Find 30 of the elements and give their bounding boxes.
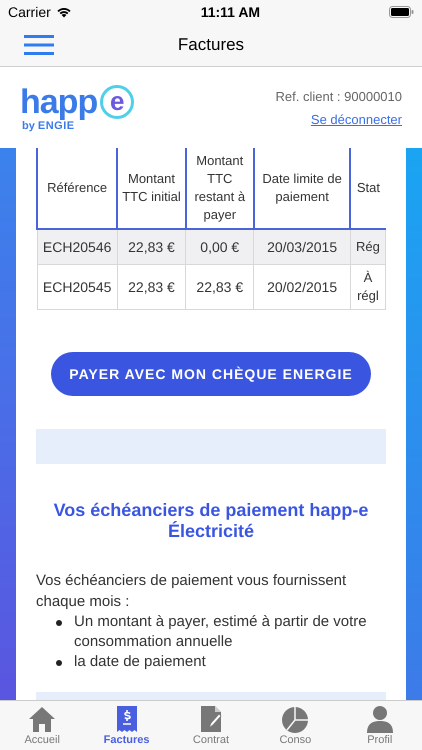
- happ-e-logo: happ e by ENGIE: [20, 84, 134, 132]
- table-cell: 0,00 €: [186, 229, 254, 264]
- page-title: Factures: [176, 35, 246, 55]
- pay-cheque-energie-button[interactable]: PAYER AVEC MON CHÈQUE ENERGIE: [51, 352, 371, 396]
- table-cell: 22,83 €: [117, 229, 186, 264]
- tab-item[interactable]: Factures: [92, 701, 162, 750]
- table-cell: 20/02/2015: [254, 264, 350, 310]
- menu-icon[interactable]: [23, 35, 55, 55]
- table-cell: 22,83 €: [186, 264, 254, 310]
- table-cell: 22,83 €: [117, 264, 186, 310]
- table-cell: Rég: [350, 229, 386, 264]
- battery-icon: [389, 6, 414, 18]
- table-cell: 20/03/2015: [254, 229, 350, 264]
- table-cell: ECH20545: [37, 264, 118, 310]
- tab-item[interactable]: Accueil: [7, 701, 78, 750]
- wifi-icon: [56, 6, 72, 18]
- bullet-icon: [56, 660, 62, 666]
- bullet-icon: [56, 620, 62, 626]
- logout-link[interactable]: Se déconnecter: [310, 112, 402, 126]
- clock-time: 11:11 AM: [200, 4, 260, 20]
- carrier-name: Carrier: [8, 4, 51, 20]
- tab-item[interactable]: Profil: [344, 701, 415, 750]
- section-title: Vos échéanciers de paiement happ-e Électricité: [52, 500, 370, 542]
- table-cell: À régl: [350, 264, 386, 310]
- bullet-text: la date de paiement: [74, 652, 206, 672]
- table-cell: ECH20546: [37, 229, 118, 264]
- client-reference: Ref. client : 90000010: [276, 88, 402, 104]
- tab-item[interactable]: Conso: [260, 701, 330, 750]
- intro-paragraph: Vos échéanciers de paiement vous fournissent chaque mois :: [36, 571, 348, 612]
- tab-item[interactable]: Contrat: [176, 701, 246, 750]
